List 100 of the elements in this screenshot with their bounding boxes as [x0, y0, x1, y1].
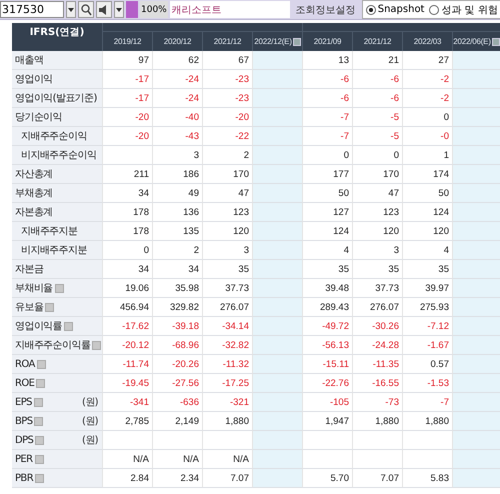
table-cell: 123: [202, 203, 252, 222]
table-cell: 2,149: [152, 412, 202, 431]
column-header: 2022/12(E): [252, 31, 302, 51]
table-cell: 2.84: [102, 469, 152, 488]
table-cell: -32.82: [202, 336, 252, 355]
table-cell: 34: [102, 184, 152, 203]
table-cell: -5: [352, 127, 402, 146]
table-cell: -73: [352, 393, 402, 412]
table-cell: -40: [152, 108, 202, 127]
row-label: 영업이익(발표기준): [15, 92, 97, 105]
table-cell: N/A: [202, 450, 252, 469]
table-cell: 37.73: [352, 279, 402, 298]
table-cell: -20: [102, 108, 152, 127]
column-header: 2022/03: [402, 31, 452, 51]
table-cell: -6: [352, 70, 402, 89]
table-cell: 127: [302, 203, 352, 222]
table-cell: 19.06: [102, 279, 152, 298]
dropdown-button[interactable]: [114, 1, 124, 18]
table-cell: 37.73: [202, 279, 252, 298]
row-label: 자본금: [15, 263, 44, 276]
table-cell: 3: [352, 241, 402, 260]
row-label: PER: [15, 454, 32, 464]
row-label: 자산총계: [15, 168, 53, 181]
table-cell: 211: [102, 165, 152, 184]
table-cell: -24: [152, 89, 202, 108]
table-cell: -636: [152, 393, 202, 412]
table-cell: 1,880: [202, 412, 252, 431]
table-cell: 120: [352, 222, 402, 241]
speaker-icon: [99, 4, 109, 14]
table-cell: -341: [102, 393, 152, 412]
table-cell: 1,880: [402, 412, 452, 431]
table-cell: -7: [302, 108, 352, 127]
row-label: PBR: [15, 472, 34, 484]
row-label: 지배주주순이익률: [15, 339, 90, 352]
row-label: 부채비율: [15, 282, 53, 295]
help-icon[interactable]: [292, 38, 301, 46]
table-cell: 13: [302, 51, 352, 70]
table-cell: -19.45: [102, 374, 152, 393]
table-cell: 0.57: [402, 355, 452, 374]
caret-icon: [116, 8, 122, 12]
table-cell: 3: [152, 146, 202, 165]
table-cell: -1.67: [402, 336, 452, 355]
table-cell: 0: [352, 146, 402, 165]
table-cell: 49: [152, 184, 202, 203]
table-cell: 275.93: [402, 298, 452, 317]
company-field[interactable]: 캐리소프트: [170, 1, 290, 18]
table-cell: -20: [202, 108, 252, 127]
table-title: IFRS(연결): [12, 23, 102, 51]
table-cell: 35: [302, 260, 352, 279]
table-cell: 35: [402, 260, 452, 279]
row-label: 영업이익률: [15, 320, 62, 333]
view-radio[interactable]: 성과 및 위험: [429, 2, 498, 16]
table-cell: 2: [152, 241, 202, 260]
table-cell: -17: [102, 70, 152, 89]
table-cell: 0: [402, 108, 452, 127]
table-cell: 276.07: [202, 298, 252, 317]
table-cell: 5.70: [302, 469, 352, 488]
table-cell: 170: [202, 165, 252, 184]
table-cell: 35: [352, 260, 402, 279]
row-label: EPS: [15, 396, 32, 408]
table-cell: 7.07: [352, 469, 402, 488]
table-cell: -49.72: [302, 317, 352, 336]
table-cell: 4: [402, 241, 452, 260]
row-label: BPS: [15, 416, 32, 426]
table-cell: -56.13: [302, 336, 352, 355]
table-cell: 2: [202, 146, 252, 165]
search-button[interactable]: [78, 1, 94, 18]
table-cell: 35.98: [152, 279, 202, 298]
table-cell: 329.82: [152, 298, 202, 317]
table-cell: 50: [302, 184, 352, 203]
table-cell: -24.28: [352, 336, 402, 355]
column-header: 2021/12: [202, 31, 252, 51]
dropdown-button[interactable]: [66, 1, 76, 18]
view-radio[interactable]: Snapshot: [366, 4, 424, 15]
table-cell: -34.14: [202, 317, 252, 336]
table-cell: 62: [152, 51, 202, 70]
table-cell: 289.43: [302, 298, 352, 317]
table-cell: 50: [402, 184, 452, 203]
speaker-button[interactable]: [96, 1, 112, 18]
table-cell: 97: [102, 51, 152, 70]
code-field[interactable]: 317530: [0, 1, 64, 18]
table-cell: -43: [152, 127, 202, 146]
table-cell: -39.18: [152, 317, 202, 336]
table-cell: -22: [202, 127, 252, 146]
table-cell: 174: [402, 165, 452, 184]
table-cell: 34: [102, 260, 152, 279]
help-icon[interactable]: [492, 38, 500, 46]
table-cell: -6: [352, 89, 402, 108]
row-label: 비지배주주순이익: [21, 149, 96, 162]
column-header: 2021/12: [352, 31, 402, 51]
row-label: 비지배주주지분: [21, 244, 87, 257]
row-label: 당기순이익: [15, 111, 62, 124]
table-cell: 0: [102, 241, 152, 260]
table-cell: 2.34: [152, 469, 202, 488]
table-cell: 136: [152, 203, 202, 222]
table-cell: 47: [202, 184, 252, 203]
table-cell: 0: [302, 146, 352, 165]
table-cell: 1,947: [302, 412, 352, 431]
table-cell: -17: [102, 89, 152, 108]
table-cell: -20.26: [152, 355, 202, 374]
